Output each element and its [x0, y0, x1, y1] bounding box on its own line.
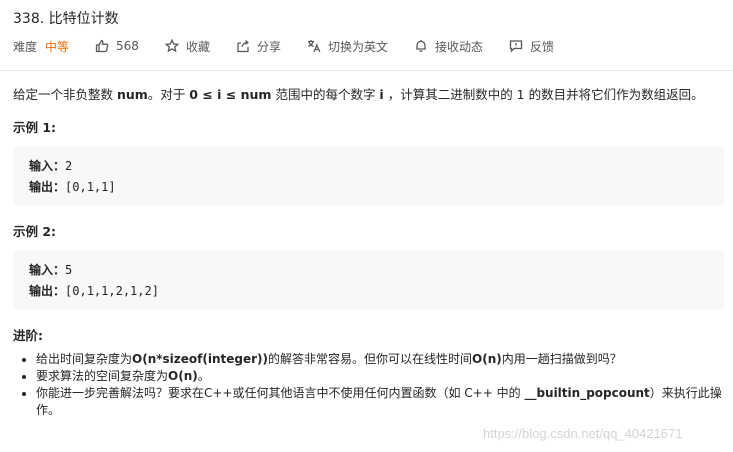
list-emphasis: O(n): [168, 369, 198, 383]
feedback-label: 反馈: [530, 39, 555, 54]
watermark: https://blog.csdn.net/qq_40421671: [483, 426, 683, 441]
thumbs-up-icon: [95, 39, 109, 53]
description-range: 0 ≤ i ≤ num: [189, 87, 272, 102]
output-label: 输出：: [29, 180, 66, 194]
like-count: 568: [116, 39, 139, 53]
share-icon: [237, 40, 249, 53]
list-text: 要求算法的空间复杂度为: [36, 369, 169, 383]
feedback-icon: [509, 40, 523, 53]
translate-label: 切换为英文: [327, 39, 388, 54]
input-value: 2: [65, 159, 73, 173]
list-emphasis: O(n*sizeof(integer)): [132, 352, 268, 366]
page-title: 338. 比特位计数: [13, 11, 119, 27]
favorite-button[interactable]: 收藏: [164, 38, 210, 55]
description-text: 范围中的每个数字: [271, 87, 380, 102]
list-item: 你能进一步完善解法吗？要求在C++或任何其他语言中不使用任何内置函数（如 C++…: [36, 385, 726, 419]
list-text: 。: [197, 369, 210, 383]
example-2-block: 输入：5 输出：[0,1,1,2,1,2]: [13, 250, 724, 310]
notify-button[interactable]: 接收动态: [414, 38, 483, 55]
description-var-num: num: [116, 87, 148, 102]
advanced-list: 给出时间复杂度为O(n*sizeof(integer))的解答非常容易。但你可以…: [24, 351, 726, 419]
list-text: 给出时间复杂度为: [36, 352, 133, 366]
example-1-output: 输出：[0,1,1]: [29, 178, 116, 195]
list-item: 给出时间复杂度为O(n*sizeof(integer))的解答非常容易。但你可以…: [36, 351, 726, 368]
list-item: 要求算法的空间复杂度为O(n)。: [36, 368, 726, 385]
example-1-input: 输入：2: [29, 157, 72, 174]
problem-description: 给定一个非负整数 num。对于 0 ≤ i ≤ num 范围中的每个数字 i ，…: [13, 84, 704, 103]
example-2-heading: 示例 2:: [13, 224, 57, 239]
example-2-output: 输出：[0,1,1,2,1,2]: [29, 282, 159, 299]
example-2-input: 输入：5: [29, 261, 72, 278]
list-text: 你能进一步完善解法吗？要求在C++或任何其他语言中不使用任何内置函数（如 C++…: [36, 386, 525, 400]
favorite-label: 收藏: [185, 39, 210, 54]
problem-meta-bar: 难度 中等 568 收藏 分享 切换为英文 接收动态 反馈: [13, 36, 554, 56]
advanced-heading: 进阶:: [13, 328, 43, 343]
example-1-block: 输入：2 输出：[0,1,1]: [13, 146, 724, 206]
input-label: 输入：: [29, 159, 66, 173]
list-text: 内用一趟扫描做到吗？: [501, 352, 622, 366]
like-button[interactable]: 568: [95, 39, 139, 53]
translate-button[interactable]: 切换为英文: [307, 38, 388, 55]
divider: [0, 70, 733, 71]
difficulty-label: 难度: [13, 39, 38, 54]
difficulty-badge: 中等: [45, 39, 70, 54]
bell-icon: [416, 40, 426, 52]
list-emphasis: __builtin_popcount: [524, 386, 650, 400]
notify-label: 接收动态: [434, 39, 483, 54]
output-label: 输出：: [29, 284, 66, 298]
description-text: ，计算其二进制数中的 1 的数目并将它们作为数组返回。: [383, 87, 704, 102]
translate-icon: [307, 40, 321, 53]
description-text: 。对于: [147, 87, 190, 102]
input-label: 输入：: [29, 263, 66, 277]
description-text: 给定一个非负整数: [13, 87, 117, 102]
example-1-heading: 示例 1:: [13, 120, 57, 135]
list-text: 的解答非常容易。但你可以在线性时间: [268, 352, 473, 366]
list-emphasis: O(n): [472, 352, 502, 366]
star-icon: [164, 39, 179, 53]
feedback-button[interactable]: 反馈: [509, 38, 554, 55]
input-value: 5: [65, 263, 73, 277]
share-button[interactable]: 分享: [236, 38, 281, 55]
output-value: [0,1,1,2,1,2]: [65, 284, 159, 298]
share-label: 分享: [256, 39, 281, 54]
output-value: [0,1,1]: [65, 180, 116, 194]
